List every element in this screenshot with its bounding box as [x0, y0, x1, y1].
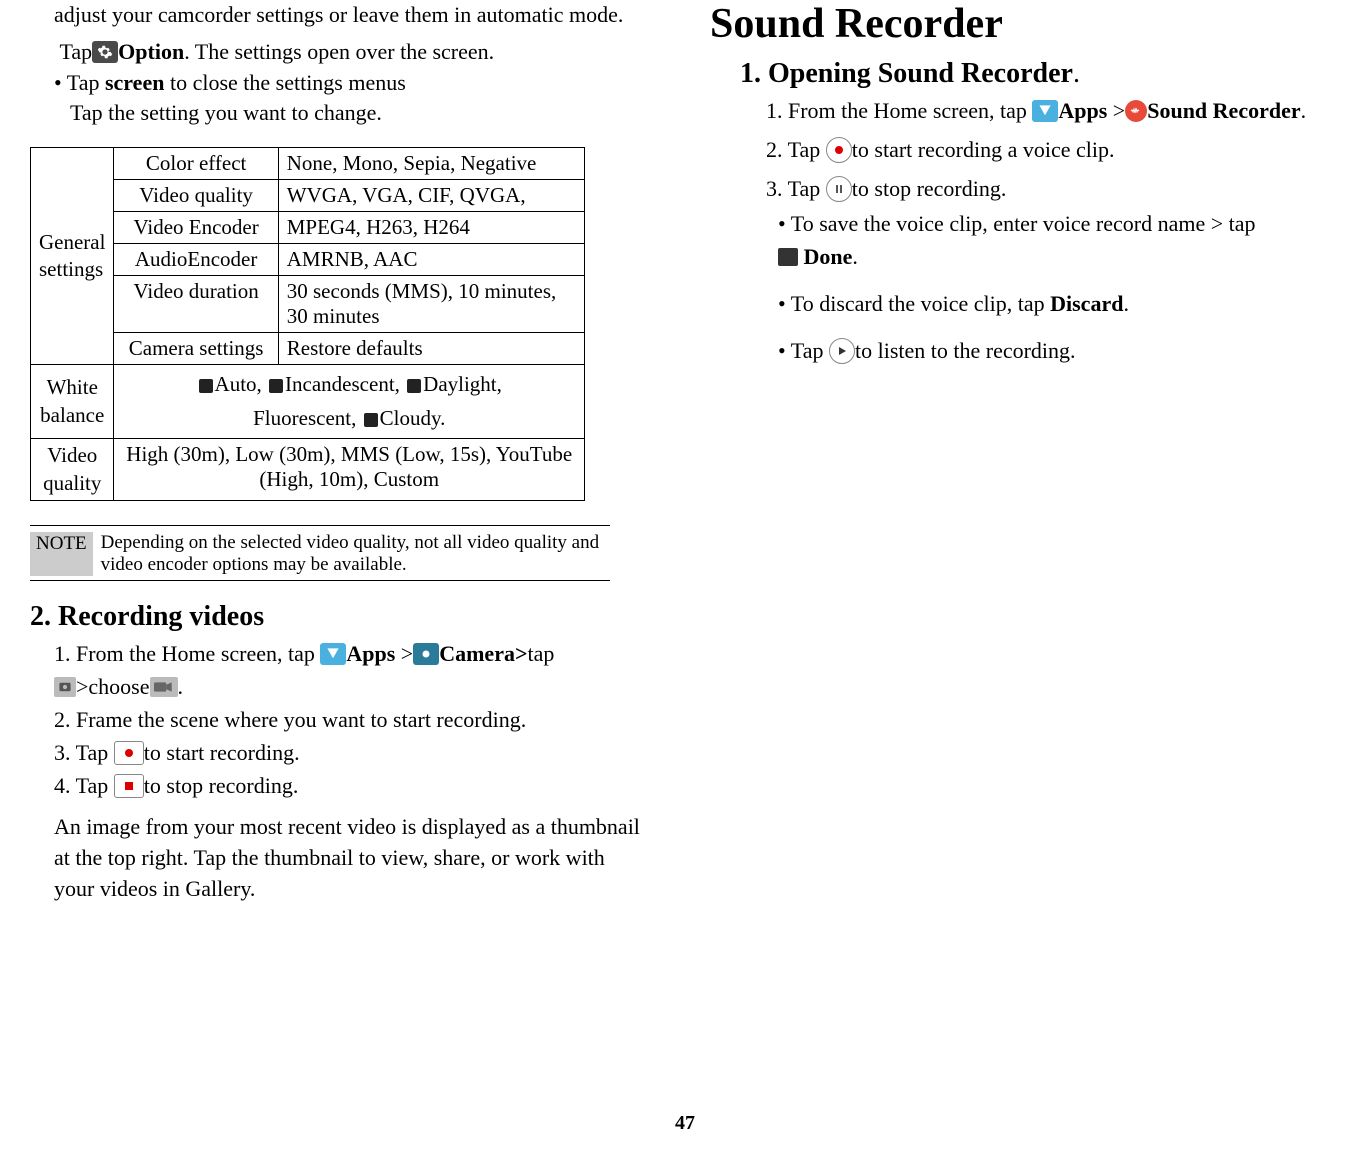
table-row: Generalsettings Color effect None, Mono,… — [31, 148, 585, 180]
table-row: Video Encoder MPEG4, H263, H264 — [31, 212, 585, 244]
bullet-close-settings: • Tap screen to close the settings menus — [54, 68, 650, 99]
record-start-icon — [114, 741, 144, 765]
gear-icon — [92, 41, 118, 63]
tap-option-line: Tap Option. The settings open over the s… — [54, 37, 650, 68]
pause-icon — [826, 176, 852, 202]
white-balance-values: Auto, Incandescent, Daylight, Fluorescen… — [114, 365, 585, 439]
table-row: Whitebalance Auto, Incandescent, Dayligh… — [31, 365, 585, 439]
left-column: adjust your camcorder settings or leave … — [30, 0, 650, 904]
thumbnail-text: An image from your most recent video is … — [54, 812, 650, 904]
daylight-icon — [407, 379, 421, 393]
divider — [30, 525, 610, 526]
record-icon — [826, 137, 852, 163]
note-text: Depending on the selected video quality,… — [101, 532, 610, 576]
rec-step-4: 4. Tap to stop recording. — [54, 769, 650, 802]
tap-setting-change: Tap the setting you want to change. — [70, 98, 650, 129]
recording-videos-heading: 2. Recording videos — [30, 601, 650, 633]
camera-app-icon — [413, 643, 439, 665]
cloudy-icon — [364, 413, 378, 427]
apps-icon — [1032, 100, 1058, 122]
sound-recorder-heading: Sound Recorder — [710, 0, 1340, 48]
done-icon — [778, 248, 798, 266]
white-balance-cell: Whitebalance — [31, 365, 114, 439]
table-row: Videoquality High (30m), Low (30m), MMS … — [31, 439, 585, 501]
sound-recorder-app-icon — [1125, 100, 1147, 122]
right-column: Sound Recorder 1. Opening Sound Recorder… — [710, 0, 1340, 904]
camera-mode-icon — [54, 677, 76, 697]
video-quality-cell: Videoquality — [31, 439, 114, 501]
sr-step-1: 1. From the Home screen, tap Apps > Soun… — [766, 94, 1340, 127]
rec-step-2: 2. Frame the scene where you want to sta… — [54, 703, 650, 736]
rec-step-3: 3. Tap to start recording. — [54, 736, 650, 769]
video-quality-values: High (30m), Low (30m), MMS (Low, 15s), Y… — [114, 439, 585, 501]
note-block: NOTE Depending on the selected video qua… — [30, 532, 610, 581]
play-icon — [829, 338, 855, 364]
note-label: NOTE — [30, 532, 93, 576]
table-row: Video quality WVGA, VGA, CIF, QVGA, — [31, 180, 585, 212]
sr-step-2: 2. Tap to start recording a voice clip. — [766, 133, 1340, 166]
sr-bullet-discard: • To discard the voice clip, tap Discard… — [778, 287, 1340, 320]
page-number: 47 — [0, 1112, 1370, 1135]
rec-step-1: 1. From the Home screen, tap Apps > Came… — [54, 637, 650, 703]
apps-icon — [320, 643, 346, 665]
settings-table: Generalsettings Color effect None, Mono,… — [30, 147, 585, 501]
video-mode-icon — [150, 677, 178, 697]
sr-step-3: 3. Tap to stop recording. — [766, 172, 1340, 205]
record-stop-icon — [114, 774, 144, 798]
table-row: AudioEncoder AMRNB, AAC — [31, 244, 585, 276]
sr-bullet-listen: • Tap to listen to the recording. — [778, 334, 1340, 367]
opening-sound-recorder-heading: 1. Opening Sound Recorder. — [740, 58, 1340, 90]
general-settings-cell: Generalsettings — [31, 148, 114, 365]
intro-text: adjust your camcorder settings or leave … — [54, 0, 650, 31]
sr-bullet-save: • To save the voice clip, enter voice re… — [778, 207, 1340, 273]
table-row: Camera settings Restore defaults — [31, 333, 585, 365]
auto-wb-icon — [199, 379, 213, 393]
incandescent-icon — [269, 379, 283, 393]
table-row: Video duration 30 seconds (MMS), 10 minu… — [31, 276, 585, 333]
